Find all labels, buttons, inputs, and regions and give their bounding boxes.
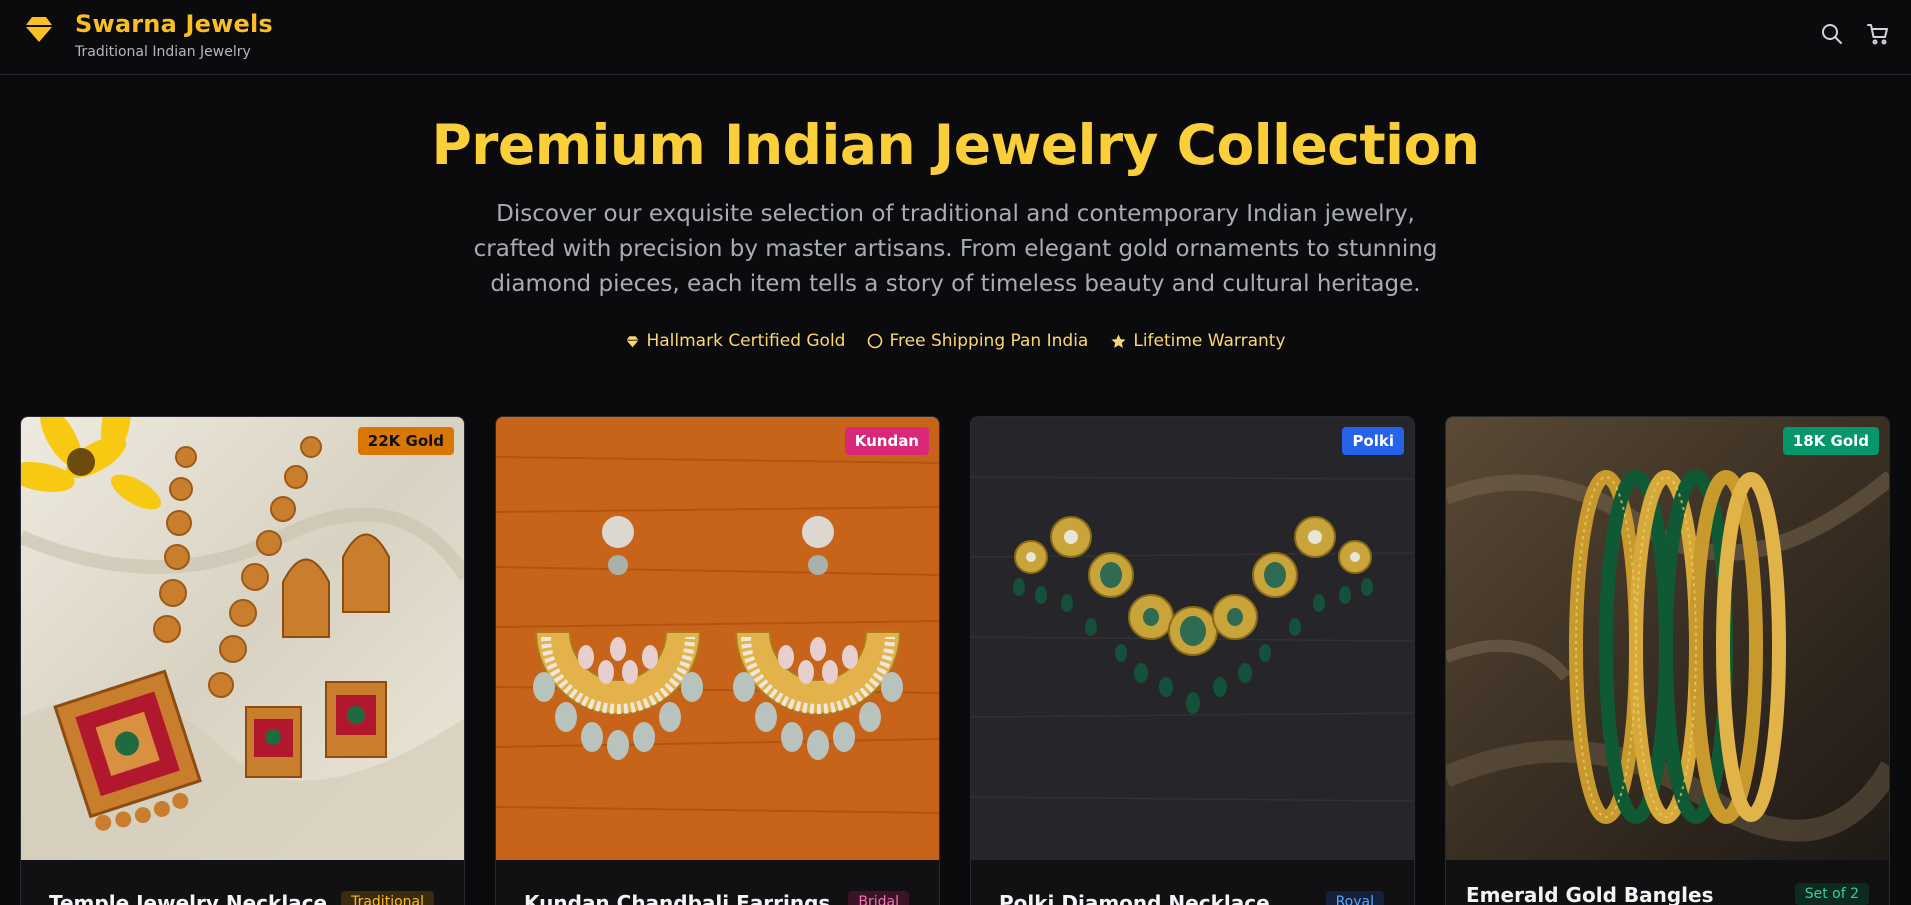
temple-necklace-set-image[interactable] [21, 417, 464, 860]
site-header: Swarna Jewels Traditional Indian Jewelry [0, 0, 1911, 75]
brand-name[interactable]: Swarna Jewels [75, 10, 273, 38]
product-badge: Polki [1342, 427, 1404, 455]
gem-logo-icon[interactable] [22, 14, 56, 44]
feature-label: Lifetime Warranty [1133, 331, 1286, 351]
product-name[interactable]: Emerald Gold Bangles [1466, 883, 1713, 905]
kundan-earrings-image[interactable] [496, 417, 939, 860]
product-tag: Royal [1325, 891, 1384, 905]
product-name[interactable]: Temple Jewelry Necklace [49, 891, 327, 905]
feature-warranty: Lifetime Warranty [1110, 331, 1286, 351]
circle-icon [868, 333, 883, 349]
search-icon [1822, 24, 1842, 44]
product-badge: 18K Gold [1782, 427, 1879, 455]
product-card[interactable]: 22K Gold Temple Jewelry Necklace Traditi… [20, 416, 465, 905]
polki-necklace-image[interactable] [971, 417, 1414, 860]
feature-shipping: Free Shipping Pan India [867, 331, 1088, 351]
product-name[interactable]: Kundan Chandbali Earrings [524, 891, 830, 905]
brand-tagline: Traditional Indian Jewelry [75, 44, 251, 60]
feature-hallmark: Hallmark Certified Gold [625, 331, 845, 351]
page-title: Premium Indian Jewelry Collection [431, 113, 1480, 177]
feature-label: Free Shipping Pan India [889, 331, 1089, 351]
product-badge: 22K Gold [357, 427, 454, 455]
product-card[interactable]: 18K Gold Emerald Gold Bangles Set of 2 [1445, 416, 1890, 905]
hero-description: Discover our exquisite selection of trad… [473, 201, 1438, 297]
product-tag: Traditional [341, 891, 434, 905]
cart-button[interactable] [1864, 20, 1892, 48]
product-card[interactable]: Polki Polki Diamond Necklace Royal [970, 416, 1415, 905]
emerald-bangles-image[interactable] [1446, 417, 1889, 860]
product-card[interactable]: Kundan Kundan Chandbali Earrings Bridal [495, 416, 940, 905]
product-name[interactable]: Polki Diamond Necklace [999, 891, 1270, 905]
product-tag: Set of 2 [1794, 883, 1869, 905]
search-button[interactable] [1818, 20, 1846, 48]
feature-label: Hallmark Certified Gold [646, 331, 846, 351]
cart-icon [1867, 24, 1888, 45]
product-tag: Bridal [848, 891, 909, 905]
gem-icon [627, 335, 639, 347]
feature-list: Hallmark Certified Gold Free Shipping Pa… [0, 331, 1911, 351]
product-badge: Kundan [844, 427, 929, 455]
star-icon [1111, 333, 1126, 348]
